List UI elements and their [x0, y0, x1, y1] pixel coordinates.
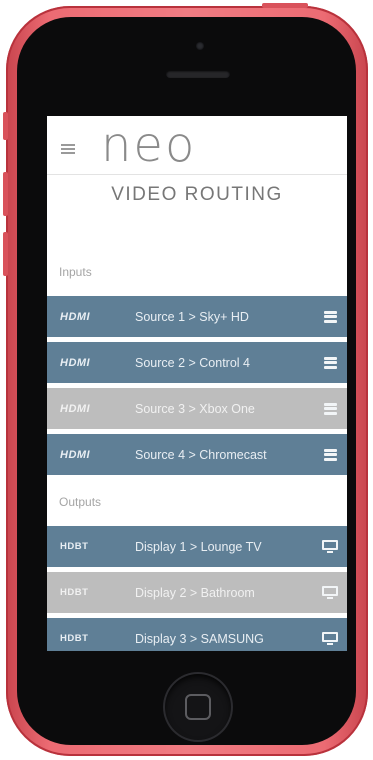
hdmi-logo-icon: HDMI [60, 448, 91, 461]
front-camera [196, 42, 204, 50]
hdbaset-logo-icon: HDBT [60, 541, 89, 552]
inputs-section-label: Inputs [59, 265, 92, 279]
input-row-source-1[interactable]: HDMI Source 1 > Sky+ HD [47, 296, 347, 337]
header-divider [47, 174, 347, 175]
output-row-label: Display 3 > SAMSUNG [135, 631, 264, 646]
hamburger-menu-icon[interactable] [61, 144, 75, 154]
neo-logo: neo [101, 117, 197, 173]
hdmi-logo-icon: HDMI [60, 310, 91, 323]
volume-down-button [3, 232, 8, 276]
app-screen: neo VIDEO ROUTING Inputs HDMI Source 1 >… [47, 116, 347, 651]
volume-up-button [3, 172, 8, 216]
hdmi-logo-icon: HDMI [60, 356, 91, 369]
home-button[interactable] [163, 672, 233, 742]
mute-switch [3, 112, 8, 140]
list-icon[interactable] [323, 356, 337, 369]
hdbaset-logo-icon: HDBT [60, 587, 89, 598]
input-row-label: Source 4 > Chromecast [135, 447, 267, 462]
input-row-source-3[interactable]: HDMI Source 3 > Xbox One [47, 388, 347, 429]
output-row-display-2[interactable]: HDBT Display 2 > Bathroom [47, 572, 347, 613]
list-icon[interactable] [323, 310, 337, 323]
output-row-label: Display 1 > Lounge TV [135, 539, 262, 554]
display-icon[interactable] [322, 539, 338, 554]
power-button [262, 3, 308, 8]
home-square-icon [185, 694, 211, 720]
output-row-label: Display 2 > Bathroom [135, 585, 255, 600]
list-icon[interactable] [323, 402, 337, 415]
app-header: neo [47, 116, 347, 175]
input-row-label: Source 1 > Sky+ HD [135, 309, 249, 324]
list-icon[interactable] [323, 448, 337, 461]
display-icon[interactable] [322, 631, 338, 646]
output-row-display-1[interactable]: HDBT Display 1 > Lounge TV [47, 526, 347, 567]
input-row-label: Source 3 > Xbox One [135, 401, 255, 416]
page-title: VIDEO ROUTING [111, 184, 283, 205]
hdbaset-logo-icon: HDBT [60, 633, 89, 644]
earpiece-speaker [166, 70, 230, 78]
display-icon[interactable] [322, 585, 338, 600]
output-row-display-3[interactable]: HDBT Display 3 > SAMSUNG [47, 618, 347, 651]
input-row-source-2[interactable]: HDMI Source 2 > Control 4 [47, 342, 347, 383]
outputs-section-label: Outputs [59, 495, 102, 509]
hdmi-logo-icon: HDMI [60, 402, 91, 415]
input-row-label: Source 2 > Control 4 [135, 355, 250, 370]
input-row-source-4[interactable]: HDMI Source 4 > Chromecast [47, 434, 347, 475]
